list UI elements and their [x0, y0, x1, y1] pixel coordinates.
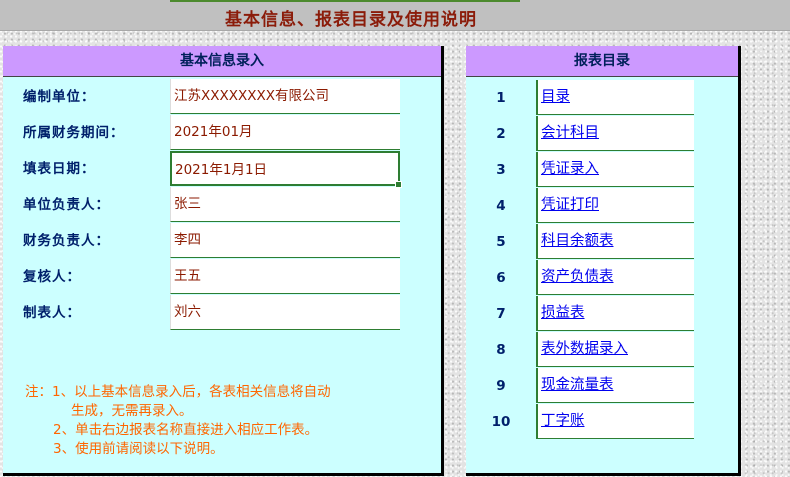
basic-info-panel: 基本信息录入 编制单位： 江苏XXXXXXXX有限公司 所属财务期间： 2021… [3, 46, 444, 476]
link-trial-balance[interactable]: 科目余额表 [541, 233, 614, 249]
reviewer-cell[interactable]: 王五 [170, 259, 400, 294]
info-row-preparer: 制表人： 刘六 [3, 295, 441, 331]
row-number: 10 [491, 414, 511, 430]
directory-cell: 损益表 [536, 296, 694, 331]
page-title: 基本信息、报表目录及使用说明 [225, 10, 477, 30]
info-row-finance-head: 财务负责人： 李四 [3, 223, 441, 259]
directory-row: 2 会计科目 [466, 116, 738, 152]
field-label: 复核人： [23, 269, 81, 285]
field-label: 所属财务期间： [23, 125, 125, 141]
info-row-reviewer: 复核人： 王五 [3, 259, 441, 295]
preparer-cell[interactable]: 刘六 [170, 295, 400, 330]
note-line: 生成，无需再录入。 [71, 403, 193, 419]
row-number: 3 [496, 162, 506, 178]
info-row-head: 单位负责人： 张三 [3, 187, 441, 223]
row-number: 9 [496, 378, 506, 394]
link-balance-sheet[interactable]: 资产负债表 [541, 269, 614, 285]
info-row-period: 所属财务期间： 2021年01月 [3, 115, 441, 151]
field-label: 财务负责人： [23, 233, 110, 249]
fiscal-period-cell[interactable]: 2021年01月 [170, 115, 400, 150]
link-t-account[interactable]: 丁字账 [541, 413, 585, 429]
directory-row: 10 丁字账 [466, 404, 738, 440]
report-directory-panel: 报表目录 1 目录 2 会计科目 3 凭证录入 4 凭证打印 5 科目余额表 6… [466, 46, 741, 476]
note-line: 2、单击右边报表名称直接进入相应工作表。 [53, 422, 319, 438]
title-accent-line [170, 0, 520, 2]
finance-head-cell[interactable]: 李四 [170, 223, 400, 258]
basic-info-header: 基本信息录入 [3, 46, 441, 77]
usage-notes: 注：1、以上基本信息录入后，各表相关信息将自动 生成，无需再录入。 2、单击右边… [25, 383, 331, 459]
link-voucher-print[interactable]: 凭证打印 [541, 197, 599, 213]
row-number: 7 [496, 306, 506, 322]
unit-name-cell[interactable]: 江苏XXXXXXXX有限公司 [170, 79, 400, 114]
title-bar: 基本信息、报表目录及使用说明 [0, 0, 790, 31]
link-offbook-entry[interactable]: 表外数据录入 [541, 341, 628, 357]
directory-row: 7 损益表 [466, 296, 738, 332]
field-label: 编制单位： [23, 89, 96, 105]
report-directory-header: 报表目录 [466, 46, 738, 77]
directory-cell: 丁字账 [536, 404, 694, 439]
fill-date-value: 2021年1月1日 [175, 162, 268, 178]
directory-cell: 资产负债表 [536, 260, 694, 295]
unit-head-cell[interactable]: 张三 [170, 187, 400, 222]
row-number: 6 [496, 270, 506, 286]
field-label: 制表人： [23, 305, 81, 321]
directory-row: 4 凭证打印 [466, 188, 738, 224]
row-number: 1 [496, 90, 506, 106]
note-line: 3、使用前请阅读以下说明。 [53, 441, 224, 457]
directory-cell: 凭证录入 [536, 152, 694, 187]
row-number: 2 [496, 126, 506, 142]
directory-cell: 目录 [536, 80, 694, 115]
field-label: 单位负责人： [23, 197, 110, 213]
directory-row: 1 目录 [466, 80, 738, 116]
directory-cell: 凭证打印 [536, 188, 694, 223]
info-row-unit: 编制单位： 江苏XXXXXXXX有限公司 [3, 79, 441, 115]
link-voucher-entry[interactable]: 凭证录入 [541, 161, 599, 177]
directory-cell: 表外数据录入 [536, 332, 694, 367]
row-number: 4 [496, 198, 506, 214]
directory-row: 3 凭证录入 [466, 152, 738, 188]
directory-row: 8 表外数据录入 [466, 332, 738, 368]
directory-cell: 现金流量表 [536, 368, 694, 403]
directory-cell: 科目余额表 [536, 224, 694, 259]
fill-date-cell[interactable]: 2021年1月1日 [170, 151, 402, 188]
link-directory[interactable]: 目录 [541, 89, 570, 105]
field-label: 填表日期： [23, 161, 96, 177]
directory-row: 9 现金流量表 [466, 368, 738, 404]
row-number: 5 [496, 234, 506, 250]
info-row-date: 填表日期： 2021年1月1日 [3, 151, 441, 188]
row-number: 8 [496, 342, 506, 358]
link-income-statement[interactable]: 损益表 [541, 305, 585, 321]
directory-row: 6 资产负债表 [466, 260, 738, 296]
note-line: 注：1、以上基本信息录入后，各表相关信息将自动 [25, 384, 331, 400]
link-cash-flow[interactable]: 现金流量表 [541, 377, 614, 393]
link-accounts[interactable]: 会计科目 [541, 125, 599, 141]
directory-cell: 会计科目 [536, 116, 694, 151]
directory-row: 5 科目余额表 [466, 224, 738, 260]
